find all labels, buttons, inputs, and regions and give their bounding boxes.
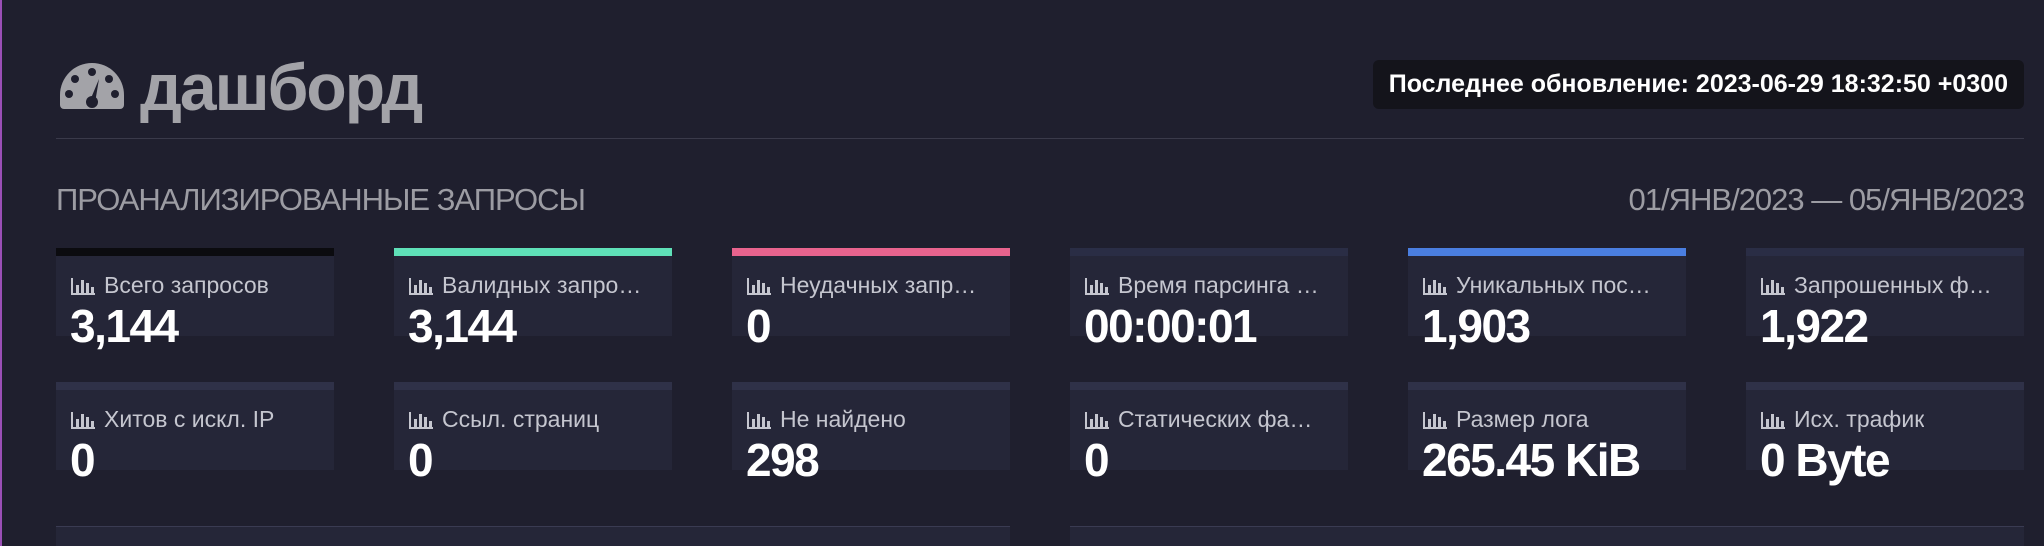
card-label: Ссыл. страниц [442,406,600,432]
bar-chart-icon [1423,277,1447,295]
section-title: ПРОАНАЛИЗИРОВАННЫЕ ЗАПРОСЫ [56,182,586,217]
bar-chart-icon [1423,411,1447,429]
card-label-row: Уникальных пос… [1422,272,1680,299]
dashboard-header: дашборд Последнее обновление: 2023-06-29… [56,50,2024,138]
date-range: 01/ЯНВ/2023 — 05/ЯНВ/2023 [1628,182,2025,217]
card-value: 0 [70,434,96,486]
card-accent-bar [732,248,1010,256]
card-accent-bar [1070,248,1348,256]
card-label-row: Запрошенных ф… [1760,272,2018,299]
card-label: Время парсинга … [1118,272,1319,298]
card-accent-bar [56,382,334,390]
card-referrers: Ссыл. страниц 0 [394,382,672,483]
card-label-row: Статических фа… [1084,406,1342,433]
card-value: 3,144 [70,300,179,352]
card-total-requests: Всего запросов 3,144 [56,248,334,349]
card-value: 1,903 [1422,300,1531,352]
card-value: 298 [746,434,820,486]
card-value: 0 [1084,434,1110,486]
panel-right [1070,526,2024,546]
card-label-row: Валидных запро… [408,272,666,299]
card-valid-requests: Валидных запро… 3,144 [394,248,672,349]
card-log-size: Размер лога 265.45 KiB [1408,382,1686,483]
bar-chart-icon [747,277,771,295]
card-label: Хитов с искл. IP [104,406,275,432]
card-label-row: Время парсинга … [1084,272,1342,299]
dashboard-gauge-icon [60,63,124,109]
window-left-edge [0,0,2,546]
card-label: Неудачных запр… [780,272,977,298]
card-accent-bar [732,382,1010,390]
card-value: 265.45 KiB [1422,434,1641,486]
last-update-badge: Последнее обновление: 2023-06-29 18:32:5… [1372,60,2024,109]
card-label-row: Неудачных запр… [746,272,1004,299]
card-value: 1,922 [1760,300,1869,352]
card-parse-time: Время парсинга … 00:00:01 [1070,248,1348,349]
card-value: 0 [746,300,772,352]
bar-chart-icon [71,277,95,295]
card-label-row: Не найдено [746,406,1004,433]
card-label: Размер лога [1456,406,1589,432]
page-title: дашборд [140,50,423,124]
card-label: Уникальных пос… [1456,272,1651,298]
bar-chart-icon [1761,411,1785,429]
card-label-row: Хитов с искл. IP [70,406,328,433]
bar-chart-icon [1085,411,1109,429]
card-accent-bar [56,248,334,256]
header-divider [56,138,2024,139]
bar-chart-icon [747,411,771,429]
bar-chart-icon [71,411,95,429]
card-label-row: Всего запросов [70,272,328,299]
card-label: Запрошенных ф… [1794,272,1992,298]
card-value: 0 Byte [1760,434,1891,486]
card-requested-files: Запрошенных ф… 1,922 [1746,248,2024,349]
card-label: Статических фа… [1118,406,1313,432]
card-label: Исх. трафик [1794,406,1925,432]
card-label-row: Ссыл. страниц [408,406,666,433]
card-accent-bar [394,382,672,390]
panel-left [56,526,1010,546]
card-value: 0 [408,434,434,486]
card-outgoing-traffic: Исх. трафик 0 Byte [1746,382,2024,483]
bar-chart-icon [1761,277,1785,295]
card-label: Не найдено [780,406,906,432]
card-accent-bar [1408,382,1686,390]
card-failed-requests: Неудачных запр… 0 [732,248,1010,349]
card-label-row: Размер лога [1422,406,1680,433]
card-label: Всего запросов [104,272,269,298]
card-accent-bar [1070,382,1348,390]
card-accent-bar [1746,382,2024,390]
bar-chart-icon [1085,277,1109,295]
card-accent-bar [394,248,672,256]
card-value: 00:00:01 [1084,300,1258,352]
card-value: 3,144 [408,300,517,352]
dashboard-page: дашборд Последнее обновление: 2023-06-29… [0,0,2044,546]
card-accent-bar [1746,248,2024,256]
card-excluded-ip-hits: Хитов с искл. IP 0 [56,382,334,483]
bar-chart-icon [409,277,433,295]
card-label-row: Исх. трафик [1760,406,2018,433]
card-label: Валидных запро… [442,272,642,298]
card-static-files: Статических фа… 0 [1070,382,1348,483]
card-not-found: Не найдено 298 [732,382,1010,483]
brand: дашборд [56,50,423,124]
card-unique-visitors: Уникальных пос… 1,903 [1408,248,1686,349]
card-accent-bar [1408,248,1686,256]
bar-chart-icon [409,411,433,429]
